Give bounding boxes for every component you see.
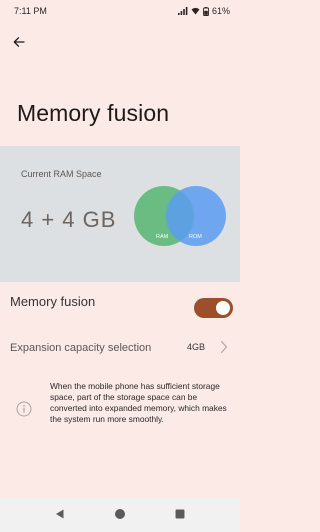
status-bar: 7:11 PM 61%	[0, 0, 240, 22]
venn-ram-label: RAM	[156, 234, 169, 240]
ram-rom-venn-diagram: RAM ROM	[134, 186, 226, 246]
ram-card: Current RAM Space 4 + 4 GB RAM ROM	[0, 146, 240, 282]
recents-square-icon[interactable]	[174, 508, 186, 520]
arrow-left-icon	[13, 37, 25, 47]
battery-percent: 61%	[211, 6, 230, 16]
back-triangle-icon[interactable]	[54, 508, 66, 520]
ram-label: Current RAM Space	[21, 169, 102, 179]
expansion-capacity-label: Expansion capacity selection	[10, 342, 152, 354]
info-block: When the mobile phone has sufficient sto…	[0, 378, 240, 468]
signal-icon	[177, 7, 188, 15]
ram-value: 4 + 4 GB	[21, 207, 117, 232]
chevron-right-icon	[220, 340, 228, 354]
page-title: Memory fusion	[17, 100, 170, 126]
memory-fusion-label: Memory fusion	[10, 294, 96, 309]
wifi-icon	[191, 7, 200, 15]
venn-rom-label: ROM	[189, 234, 202, 240]
battery-icon	[203, 6, 209, 16]
home-circle-icon[interactable]	[114, 508, 126, 520]
back-button[interactable]	[9, 32, 29, 52]
expansion-capacity-row[interactable]: Expansion capacity selection 4GB	[0, 334, 240, 362]
toggle-knob	[216, 301, 230, 315]
navigation-bar	[0, 498, 240, 532]
info-icon	[16, 401, 32, 417]
expansion-capacity-value: 4GB	[187, 342, 206, 352]
memory-fusion-row: Memory fusion	[0, 288, 240, 328]
status-icons: 61%	[177, 6, 230, 16]
info-text: When the mobile phone has sufficient sto…	[50, 381, 227, 424]
status-time: 7:11 PM	[14, 6, 47, 16]
memory-fusion-toggle[interactable]	[194, 298, 233, 318]
